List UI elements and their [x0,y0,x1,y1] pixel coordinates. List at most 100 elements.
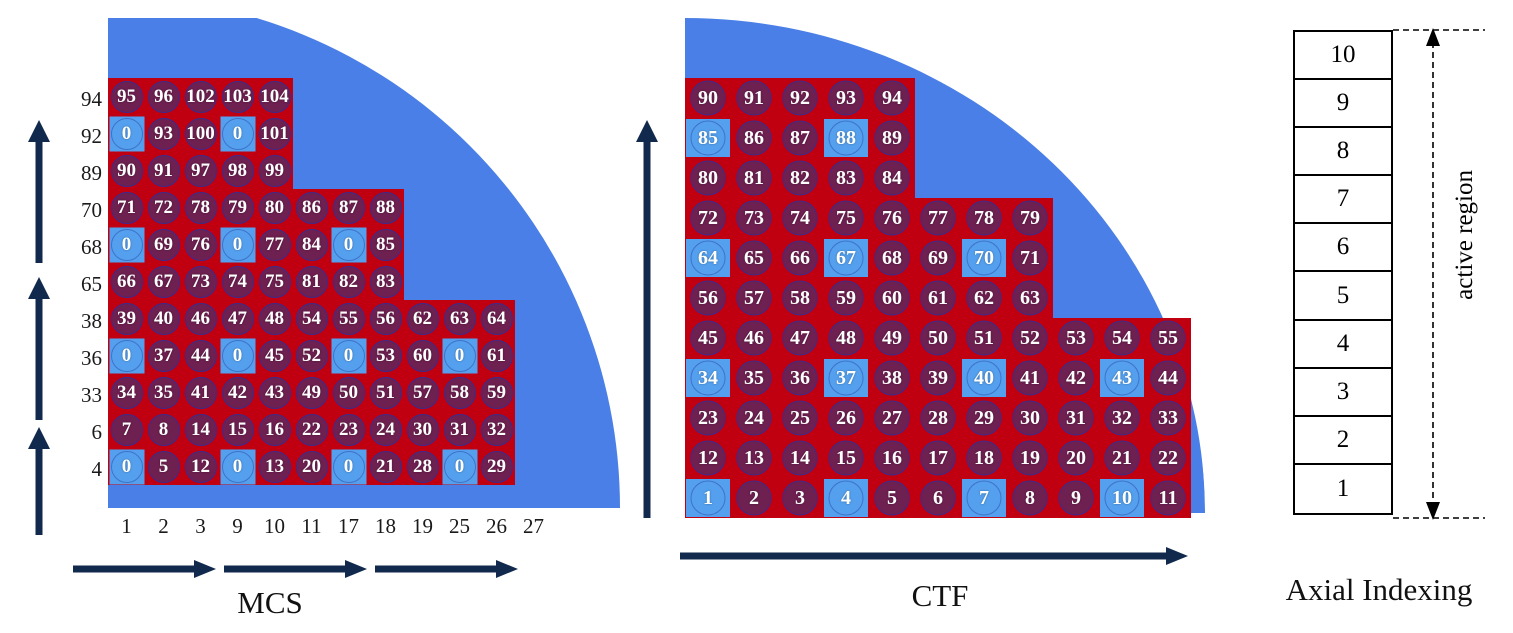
mcs-fuel-cell: 46 [182,300,219,337]
axial-level-cell: 3 [1295,369,1391,417]
mcs-cell-number: 69 [154,234,173,255]
ctf-cell-number: 87 [790,127,810,149]
mcs-fuel-cell: 97 [182,152,219,189]
mcs-cell-number: 101 [260,123,289,144]
mcs-fuel-cell: 93 [145,115,182,152]
ctf-fuel-cell: 52 [1007,318,1053,358]
ctf-cell-number: 80 [698,167,718,189]
ctf-row: 72 73 74 75 76 77 78 79 [685,198,1053,238]
mcs-cell-number: 0 [343,345,354,366]
ctf-cell-number: 73 [744,207,764,229]
ctf-cell-number: 41 [1020,367,1040,389]
ctf-fuel-cell: 19 [1007,438,1053,478]
mcs-fuel-cell: 69 [145,226,182,263]
axial-level-cell: 1 [1295,465,1391,513]
ctf-fuel-cell: 23 [685,398,731,438]
axial-level-number: 6 [1336,233,1350,261]
ctf-fuel-cell: 83 [823,158,869,198]
ctf-fuel-cell: 48 [823,318,869,358]
axial-level-number: 2 [1336,425,1350,453]
ctf-fuel-cell: 33 [1145,398,1191,438]
mcs-cell-number: 0 [121,345,132,366]
mcs-cell-number: 0 [232,234,243,255]
mcs-fuel-cell: 39 [108,300,145,337]
mcs-cell-number: 99 [265,160,284,181]
mcs-fuel-cell: 42 [219,374,256,411]
mcs-fuel-cell: 24 [367,411,404,448]
mcs-fuel-cell: 91 [145,152,182,189]
mcs-cell-number: 74 [228,271,247,292]
ctf-cell-number: 89 [882,127,902,149]
mcs-row: 7 8 14 15 16 22 23 24 30 31 32 [108,411,515,448]
ctf-cell-number: 23 [698,407,718,429]
ctf-cell-number: 39 [928,367,948,389]
ctf-cell-number: 14 [790,447,810,469]
mcs-fuel-cell: 60 [404,337,441,374]
ctf-cell-number: 20 [1066,447,1086,469]
ctf-cell-number: 63 [1020,287,1040,309]
mcs-row: 0 93 100 0 101 [108,115,293,152]
mcs-row-label: 89 [81,161,102,185]
ctf-cell-number: 90 [698,87,718,109]
ctf-cell-number: 22 [1158,447,1178,469]
mcs-cell-number: 100 [186,123,215,144]
ctf-fuel-cell: 63 [1007,278,1053,318]
mcs-cell-number: 102 [186,86,215,107]
mcs-cell-number: 5 [158,456,169,477]
ctf-fuel-cell: 53 [1053,318,1099,358]
mcs-fuel-cell: 81 [293,263,330,300]
ctf-fuel-cell: 29 [961,398,1007,438]
mcs-guide-tube-cell: 0 [219,337,256,374]
mcs-row: 66 67 73 74 75 81 82 83 [108,263,404,300]
axial-caption: Axial Indexing [1285,572,1473,607]
mcs-cell-number: 35 [154,382,173,403]
mcs-vertical-arrow-middle [28,277,50,420]
ctf-cell-number: 26 [836,407,856,429]
mcs-fuel-cell: 5 [145,448,182,485]
ctf-cell-number: 88 [836,127,856,149]
ctf-fuel-cell: 30 [1007,398,1053,438]
mcs-fuel-cell: 29 [478,448,515,485]
ctf-fuel-cell: 90 [685,78,731,118]
ctf-fuel-cell: 36 [777,358,823,398]
ctf-fuel-cell: 16 [869,438,915,478]
mcs-column-label: 10 [264,514,285,538]
mcs-fuel-cell: 88 [367,189,404,226]
ctf-fuel-cell: 81 [731,158,777,198]
mcs-guide-tube-cell: 0 [330,448,367,485]
ctf-row: 23 24 25 26 27 28 29 30 31 32 33 [685,398,1191,438]
ctf-fuel-cell: 44 [1145,358,1191,398]
mcs-row-label: 33 [81,383,102,407]
mcs-cell-number: 53 [376,345,395,366]
axial-level-number: 5 [1336,281,1350,309]
ctf-cell-number: 85 [698,127,718,149]
mcs-fuel-cell: 98 [219,152,256,189]
mcs-cell-number: 59 [487,382,506,403]
mcs-fuel-cell: 71 [108,189,145,226]
ctf-cell-number: 24 [744,407,764,429]
mcs-fuel-cell: 100 [182,115,219,152]
ctf-cell-number: 35 [744,367,764,389]
mcs-fuel-cell: 54 [293,300,330,337]
mcs-cell-number: 41 [191,382,210,403]
mcs-horizontal-arrow-right [375,560,518,578]
ctf-fuel-cell: 49 [869,318,915,358]
ctf-fuel-cell: 69 [915,238,961,278]
mcs-cell-number: 90 [117,160,136,181]
mcs-cell-number: 20 [302,456,321,477]
ctf-fuel-cell: 68 [869,238,915,278]
mcs-cell-number: 79 [228,197,247,218]
mcs-column-label: 9 [232,514,243,538]
mcs-fuel-cell: 30 [404,411,441,448]
mcs-cell-number: 95 [117,86,136,107]
ctf-cell-number: 93 [836,87,856,109]
mcs-fuel-cell: 14 [182,411,219,448]
mcs-cell-number: 30 [413,419,432,440]
ctf-cell-number: 68 [882,247,902,269]
ctf-row: 45 46 47 48 49 50 51 52 53 54 55 [685,318,1191,358]
ctf-fuel-cell: 32 [1099,398,1145,438]
mcs-row-label: 92 [81,124,102,148]
ctf-fuel-cell: 73 [731,198,777,238]
ctf-fuel-cell: 26 [823,398,869,438]
axial-indexing-panel: 10 9 8 7 6 5 4 3 2 1 active region Axial Indexing [1255,0,1513,633]
